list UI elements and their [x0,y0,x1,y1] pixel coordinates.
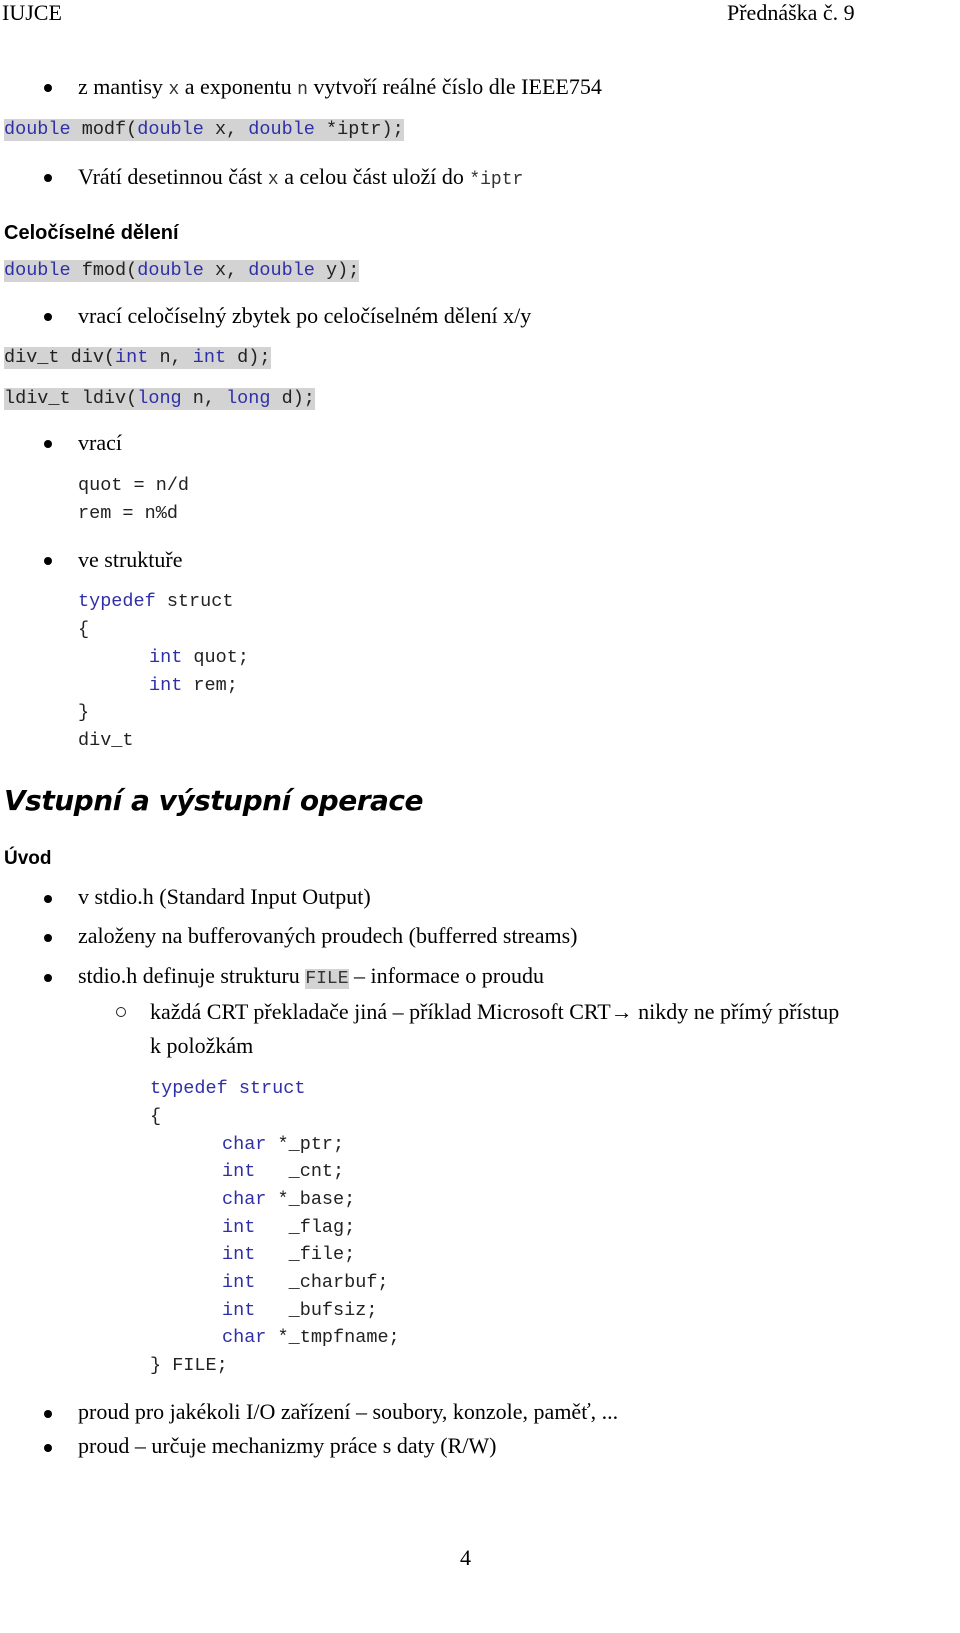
code-file-field: int _bufsiz; [222,1300,378,1321]
code-file-field: int _cnt; [222,1161,345,1182]
code-div: div_t div(int n, int d); [4,347,271,369]
code-file-field: int _charbuf; [222,1272,389,1293]
code-divt-typedef: typedef struct [78,591,234,612]
code-file-typedef: typedef struct [150,1078,306,1099]
code-divt-name: div_t [78,730,134,751]
bullet-icon [44,440,52,448]
section-title-io: Vstupní a výstupní operace [4,784,424,817]
code-divt-close: } [78,702,90,723]
text-mantisa: z mantisy x a exponentu n vytvoří reálné… [78,74,602,100]
code-file-close: } FILE; [150,1355,228,1376]
text-fmod-desc: vrací celočíselný zbytek po celočíselném… [78,303,532,328]
code-divt-field: int quot; [149,647,249,668]
bullet-icon [44,313,52,321]
bullet-icon [44,1444,52,1452]
bullet-icon [44,895,52,903]
text-stream-mechanism: proud – určuje mechanizmy práce s daty (… [78,1433,497,1458]
code-rem: rem = n%d [78,503,178,524]
bullet-icon [44,557,52,565]
bullet-icon [44,934,52,942]
text-modf-desc: Vrátí desetinnou část x a celou část ulo… [78,164,524,190]
code-ldiv: ldiv_t ldiv(long n, long d); [4,388,315,410]
text-returns: vrací [78,430,122,455]
header-course: IUJCE [2,0,62,25]
code-file-open: { [150,1106,162,1127]
header-lecture: Přednáška č. 9 [727,0,855,25]
code-divt-field: int rem; [149,675,238,696]
code-file-field: char *_base; [222,1189,356,1210]
code-fmod: double fmod(double x, double y); [4,260,360,282]
text-crt: každá CRT překladače jiná – příklad Micr… [150,999,840,1024]
code-divt-open: { [78,619,90,640]
bullet-icon [44,174,52,182]
code-modf: double modf(double x, double *iptr); [4,119,404,141]
code-file-field: int _file; [222,1244,356,1265]
code-quot: quot = n/d [78,475,190,496]
section-heading-integer-division: Celočíselné dělení [4,222,179,244]
code-file-field: char *_tmpfname; [222,1327,400,1348]
page-number: 4 [460,1545,471,1570]
code-file-field: int _flag; [222,1217,356,1238]
text-stream-devices: proud pro jakékoli I/O zařízení – soubor… [78,1399,619,1424]
text-crt-cont: k položkám [150,1033,254,1058]
text-buffered: založeny na bufferovaných proudech (buff… [78,923,578,948]
section-heading-intro: Úvod [4,848,52,869]
bullet-icon [44,84,52,92]
text-in-struct: ve struktuře [78,547,183,572]
text-file-struct: stdio.h definuje strukturu FILE – inform… [78,963,545,989]
bullet-icon [44,974,52,982]
text-stdio: v stdio.h (Standard Input Output) [78,884,371,909]
code-file-field: char *_ptr; [222,1134,345,1155]
circle-bullet-icon [116,1007,126,1017]
bullet-icon [44,1410,52,1418]
